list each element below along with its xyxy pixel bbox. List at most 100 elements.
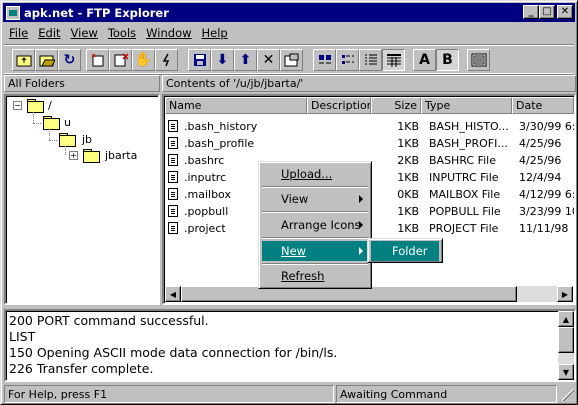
log-panel[interactable]: 200 PORT command successful. LIST 150 Op… xyxy=(4,309,576,382)
tree-node-root[interactable]: / xyxy=(48,99,52,112)
folder-tree[interactable]: − / u jb + jbarta xyxy=(4,94,160,305)
file-date: 12/4/94 xyxy=(519,171,562,184)
menu-window[interactable]: Window xyxy=(141,26,196,40)
file-icon xyxy=(168,205,178,217)
new-submenu: Folder xyxy=(367,238,443,263)
column-description[interactable]: Description xyxy=(307,97,371,114)
menu-help[interactable]: Help xyxy=(197,26,233,40)
resize-grip[interactable] xyxy=(562,389,574,401)
menu-bar: File Edit View Tools Window Help xyxy=(4,23,233,42)
stop-hand-icon[interactable]: ✋ xyxy=(132,49,155,71)
context-menu: Upload... View Arrange Icons New Refresh xyxy=(258,161,372,289)
file-date: 4/12/99 6:1 xyxy=(519,188,574,201)
tree-node-jb[interactable]: jb xyxy=(82,133,92,146)
list-view-icon[interactable] xyxy=(359,49,382,71)
download-arrow-icon[interactable]: ⬇ xyxy=(211,49,234,71)
menu-view[interactable]: View xyxy=(66,26,103,40)
open-folder-icon[interactable] xyxy=(35,49,58,71)
cancel-x-icon[interactable]: ✕ xyxy=(257,49,280,71)
close-button[interactable]: ✕ xyxy=(557,5,573,19)
scroll-up-icon[interactable]: ▲ xyxy=(558,311,574,327)
tree-node-jbarta[interactable]: jbarta xyxy=(105,149,137,162)
font-normal-icon[interactable]: A xyxy=(413,49,436,71)
column-name[interactable]: Name xyxy=(165,97,307,114)
menu-tools[interactable]: Tools xyxy=(103,26,141,40)
new-folder-icon[interactable] xyxy=(86,49,109,71)
file-date: 4/25/96 xyxy=(519,154,562,167)
menu-item-view[interactable]: View xyxy=(262,189,368,209)
small-icons-view-icon[interactable] xyxy=(336,49,359,71)
file-date: 3/30/99 6:2 xyxy=(519,120,574,133)
file-type: POPBULL File xyxy=(429,205,501,218)
column-type[interactable]: Type xyxy=(421,97,512,114)
menu-separator xyxy=(262,186,368,188)
scroll-left-icon[interactable]: ◀ xyxy=(165,286,181,302)
vertical-scrollbar[interactable]: ▲ ▼ xyxy=(558,311,574,380)
submenu-arrow-icon xyxy=(359,221,363,229)
status-help: For Help, press F1 xyxy=(4,385,334,403)
log-line: 150 Opening ASCII mode data connection f… xyxy=(9,345,338,360)
menu-item-refresh[interactable]: Refresh xyxy=(262,266,368,286)
file-type: BASH_HISTO... xyxy=(429,120,509,133)
title-bar[interactable]: apk.net - FTP Explorer _ □ ✕ xyxy=(3,3,575,22)
file-date: 11/11/98 xyxy=(519,222,569,235)
submenu-arrow-icon xyxy=(359,195,363,203)
log-window-icon[interactable] xyxy=(467,49,490,71)
all-folders-header: All Folders xyxy=(4,75,160,92)
file-row[interactable]: .bash_history 1KB BASH_HISTO... 3/30/99 … xyxy=(165,118,574,135)
column-date[interactable]: Date xyxy=(512,97,574,114)
menu-item-upload[interactable]: Upload... xyxy=(262,164,368,184)
details-view-icon[interactable] xyxy=(382,49,405,71)
file-type: PROJECT File xyxy=(429,222,499,235)
contents-header: Contents of '/u/jb/jbarta/' xyxy=(162,75,576,92)
maximize-button[interactable]: □ xyxy=(539,5,555,19)
upload-arrow-icon[interactable]: ⬆ xyxy=(234,49,257,71)
file-icon xyxy=(168,222,178,234)
folder-icon xyxy=(59,133,76,147)
file-size: 0KB xyxy=(397,188,419,201)
folder-icon xyxy=(43,116,60,130)
file-date: 4/25/96 xyxy=(519,137,562,150)
expand-icon[interactable]: + xyxy=(69,151,78,160)
large-icons-view-icon[interactable] xyxy=(313,49,336,71)
menu-file[interactable]: File xyxy=(4,26,33,40)
status-state: Awaiting Command xyxy=(336,385,557,403)
file-row[interactable]: .bash_profile 1KB BASH_PROFI... 4/25/96 xyxy=(165,135,574,152)
file-icon xyxy=(168,137,178,149)
menu-separator xyxy=(262,211,368,213)
minimize-button[interactable]: _ xyxy=(523,5,539,19)
file-type: MAILBOX File xyxy=(429,188,501,201)
file-name: .mailbox xyxy=(184,188,231,201)
column-size[interactable]: Size xyxy=(371,97,421,114)
delete-file-icon[interactable] xyxy=(109,49,132,71)
file-size: 2KB xyxy=(397,154,419,167)
properties-icon[interactable] xyxy=(280,49,303,71)
file-name: .project xyxy=(184,222,226,235)
menu-item-new[interactable]: New xyxy=(262,241,368,261)
file-type: BASHRC File xyxy=(429,154,497,167)
disconnect-icon[interactable] xyxy=(155,49,178,71)
menu-separator xyxy=(262,263,368,265)
menu-separator xyxy=(262,237,368,239)
collapse-icon[interactable]: − xyxy=(13,101,22,110)
folder-icon xyxy=(27,99,44,113)
window-title: apk.net - FTP Explorer xyxy=(24,5,169,20)
menu-edit[interactable]: Edit xyxy=(33,26,65,40)
font-bold-icon[interactable]: B xyxy=(436,49,459,71)
app-icon[interactable] xyxy=(6,5,20,20)
ftp-explorer-window: apk.net - FTP Explorer _ □ ✕ File Edit V… xyxy=(0,0,578,405)
scroll-down-icon[interactable]: ▼ xyxy=(558,364,574,380)
save-disk-icon[interactable] xyxy=(188,49,211,71)
tree-node-u[interactable]: u xyxy=(64,116,71,129)
up-folder-icon[interactable] xyxy=(12,49,35,71)
log-line: 226 Transfer complete. xyxy=(9,361,154,376)
menu-item-folder[interactable]: Folder xyxy=(371,241,439,261)
file-type: INPUTRC File xyxy=(429,171,499,184)
file-name: .popbull xyxy=(184,205,229,218)
refresh-icon[interactable]: ↻ xyxy=(58,49,81,71)
file-size: 1KB xyxy=(397,120,419,133)
scroll-right-icon[interactable]: ▶ xyxy=(557,286,573,302)
menu-item-arrange-icons[interactable]: Arrange Icons xyxy=(262,215,368,235)
file-size: 1KB xyxy=(397,171,419,184)
scroll-thumb[interactable] xyxy=(558,327,574,353)
